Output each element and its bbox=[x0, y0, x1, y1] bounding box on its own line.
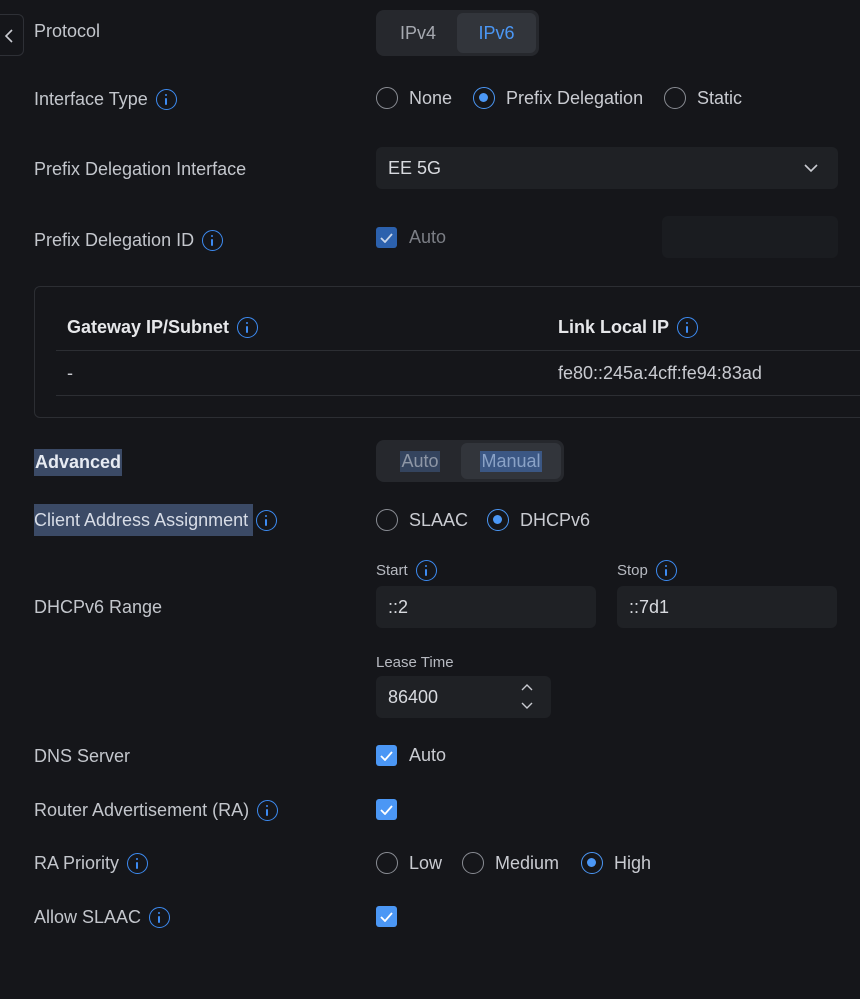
pd-id-input[interactable] bbox=[662, 216, 838, 258]
table-divider bbox=[56, 350, 860, 351]
pd-id-auto-checkbox[interactable] bbox=[376, 227, 397, 248]
ip-info-card bbox=[34, 286, 860, 418]
dhcp-range-label: DHCPv6 Range bbox=[34, 597, 163, 617]
chevron-left-icon bbox=[4, 29, 13, 43]
radio-selected-icon bbox=[487, 509, 509, 531]
dns-auto-checkbox[interactable] bbox=[376, 745, 397, 766]
lease-time-input[interactable]: 86400 bbox=[376, 676, 551, 718]
info-icon[interactable] bbox=[149, 906, 171, 928]
info-icon[interactable] bbox=[237, 317, 259, 338]
radio-icon bbox=[664, 87, 686, 109]
dns-auto-label: Auto bbox=[409, 745, 447, 765]
advanced-segmented-control: Auto Manual bbox=[376, 440, 564, 482]
protocol-segmented-control: IPv4 IPv6 bbox=[376, 10, 539, 56]
stepper-up-icon[interactable] bbox=[521, 683, 533, 691]
radio-icon bbox=[376, 87, 398, 109]
advanced-label: Advanced bbox=[34, 449, 123, 476]
pd-interface-label: Prefix Delegation Interface bbox=[34, 159, 247, 179]
table-divider bbox=[56, 395, 860, 396]
dns-server-label: DNS Server bbox=[34, 746, 131, 766]
ra-priority-label: RA Priority bbox=[34, 852, 149, 874]
check-icon bbox=[380, 750, 393, 761]
ra-priority-high[interactable]: High bbox=[581, 852, 651, 874]
table-header-gateway: Gateway IP/Subnet bbox=[67, 317, 259, 338]
pd-interface-select[interactable]: EE 5G bbox=[376, 147, 838, 189]
advanced-option-auto[interactable]: Auto bbox=[379, 443, 461, 479]
ra-priority-medium[interactable]: Medium bbox=[462, 852, 559, 874]
table-header-link-local: Link Local IP bbox=[558, 317, 699, 338]
info-icon[interactable] bbox=[655, 560, 677, 581]
range-stop-input[interactable]: ::7d1 bbox=[617, 586, 837, 628]
info-icon[interactable] bbox=[202, 229, 224, 251]
info-icon[interactable] bbox=[677, 317, 699, 338]
allow-slaac-checkbox[interactable] bbox=[376, 906, 397, 927]
pd-id-auto-label: Auto bbox=[409, 227, 447, 247]
protocol-label: Protocol bbox=[34, 21, 101, 41]
info-icon[interactable] bbox=[155, 88, 177, 110]
interface-type-label: Interface Type bbox=[34, 88, 177, 110]
info-icon[interactable] bbox=[256, 509, 278, 531]
client-assignment-slaac[interactable]: SLAAC bbox=[376, 509, 468, 531]
start-label: Start bbox=[376, 560, 437, 581]
radio-selected-icon bbox=[581, 852, 603, 874]
radio-icon bbox=[462, 852, 484, 874]
pd-id-label: Prefix Delegation ID bbox=[34, 229, 224, 251]
chevron-down-icon bbox=[804, 164, 818, 173]
ra-priority-low[interactable]: Low bbox=[376, 852, 442, 874]
radio-icon bbox=[376, 852, 398, 874]
info-icon[interactable] bbox=[415, 560, 437, 581]
lease-time-label: Lease Time bbox=[376, 654, 454, 671]
allow-slaac-label: Allow SLAAC bbox=[34, 906, 171, 928]
stop-label: Stop bbox=[617, 560, 677, 581]
protocol-option-ipv4[interactable]: IPv4 bbox=[379, 13, 457, 53]
interface-type-none[interactable]: None bbox=[376, 87, 452, 109]
interface-type-static[interactable]: Static bbox=[664, 87, 742, 109]
client-assignment-dhcpv6[interactable]: DHCPv6 bbox=[487, 509, 590, 531]
advanced-option-manual[interactable]: Manual bbox=[461, 443, 561, 479]
radio-selected-icon bbox=[473, 87, 495, 109]
table-cell-link-local: fe80::245a:4cff:fe94:83ad bbox=[558, 363, 762, 383]
ra-checkbox[interactable] bbox=[376, 799, 397, 820]
interface-type-prefix-delegation[interactable]: Prefix Delegation bbox=[473, 87, 643, 109]
check-icon bbox=[380, 804, 393, 815]
client-assignment-label: Client Address Assignment bbox=[34, 509, 278, 531]
stepper-down-icon[interactable] bbox=[521, 702, 533, 710]
back-button[interactable] bbox=[0, 14, 24, 56]
info-icon[interactable] bbox=[127, 852, 149, 874]
radio-icon bbox=[376, 509, 398, 531]
protocol-option-ipv6[interactable]: IPv6 bbox=[457, 13, 536, 53]
range-start-input[interactable]: ::2 bbox=[376, 586, 596, 628]
table-cell-gateway: - bbox=[67, 363, 73, 383]
ra-label: Router Advertisement (RA) bbox=[34, 799, 279, 821]
check-icon bbox=[380, 911, 393, 922]
info-icon[interactable] bbox=[257, 799, 279, 821]
check-icon bbox=[380, 232, 393, 243]
